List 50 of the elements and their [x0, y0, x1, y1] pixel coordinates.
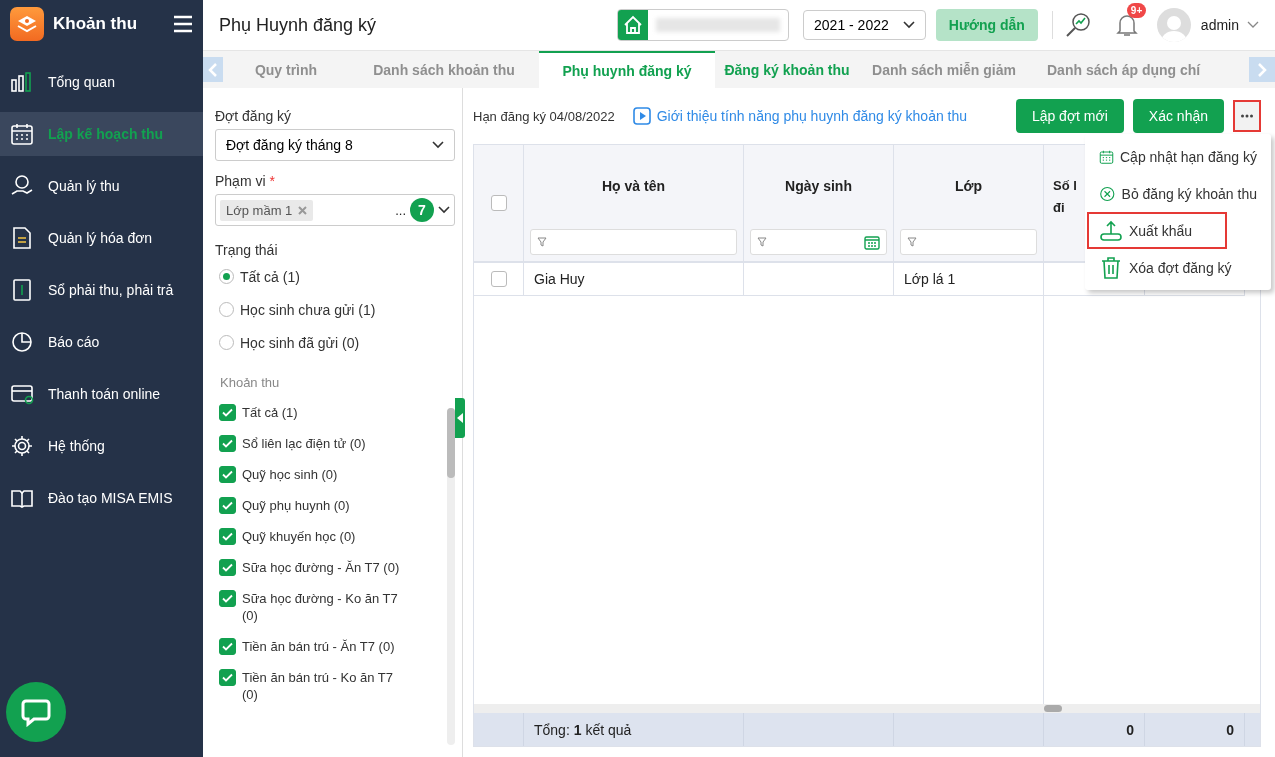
- deadline-text: Hạn đăng ký 04/08/2022: [473, 108, 615, 124]
- sidebar-item[interactable]: Hệ thống: [0, 424, 203, 468]
- field-label: Trạng thái: [215, 242, 279, 258]
- table-cell: Gia Huy: [534, 271, 585, 287]
- radio-label: Học sinh chưa gửi (1): [240, 301, 376, 318]
- field-label: Phạm vi: [215, 173, 266, 189]
- checkbox-label: Sữa học đường - Ko ăn T7 (0): [242, 590, 399, 624]
- total-summary: Tổng: 1 kết quả: [534, 721, 632, 738]
- required-mark: *: [269, 173, 276, 189]
- checkbox-label: Tất cả (1): [242, 404, 298, 421]
- total-value: 0: [1226, 721, 1234, 738]
- checkbox-label: Tiền ăn bán trú - Ăn T7 (0): [242, 638, 395, 655]
- sidebar-item[interactable]: Quản lý hóa đơn: [0, 216, 203, 260]
- total-value: 0: [1126, 721, 1134, 738]
- table-cell: Lớp lá 1: [904, 271, 956, 287]
- checkbox-label: Quỹ khuyến học (0): [242, 528, 356, 545]
- column-header: Lớp: [954, 177, 983, 196]
- sidebar-item[interactable]: Báo cáo: [0, 320, 203, 364]
- sidebar-item[interactable]: Tổng quan: [0, 60, 203, 104]
- registration-period-dropdown[interactable]: Đợt đăng ký tháng 8: [215, 129, 455, 161]
- count-badge: 7: [410, 198, 434, 222]
- notification-badge: 9+: [1126, 3, 1147, 18]
- checkbox-label: Sữa học đường - Ăn T7 (0): [242, 559, 400, 576]
- sidebar-item[interactable]: Thanh toán online: [0, 372, 203, 416]
- sidebar-item[interactable]: Quản lý thu: [0, 164, 203, 208]
- column-header: Ngày sinh: [785, 177, 852, 196]
- menu-item[interactable]: Cập nhật hạn đăng ký: [1087, 138, 1269, 175]
- menu-item[interactable]: Xóa đợt đăng ký: [1087, 249, 1269, 286]
- user-name[interactable]: admin: [1200, 17, 1239, 33]
- overflow-dots: ...: [395, 202, 406, 218]
- checkbox-label: Quỹ học sinh (0): [242, 466, 338, 483]
- field-label: Đợt đăng ký: [215, 108, 293, 124]
- column-header: Số l đi: [1053, 177, 1077, 217]
- column-header: Họ và tên: [602, 177, 665, 196]
- radio-label: Tất cả (1): [240, 268, 300, 285]
- sidebar-item[interactable]: Sổ phải thu, phải trả: [0, 268, 203, 312]
- scope-multiselect[interactable]: Lớp mầm 1 ... 7: [215, 194, 455, 226]
- section-label: Khoản thu: [220, 375, 281, 390]
- page-title: Phụ Huynh đăng ký: [219, 14, 378, 36]
- app-name: Khoản thu: [53, 14, 139, 34]
- checkbox-label: Sổ liên lạc điện tử (0): [242, 435, 366, 452]
- sidebar-item[interactable]: Đào tạo MISA EMIS: [0, 476, 203, 520]
- tag-label: Lớp mầm 1: [226, 202, 293, 218]
- menu-item[interactable]: Xuất khẩu: [1087, 212, 1227, 249]
- radio-label: Học sinh đã gửi (0): [240, 334, 360, 351]
- school-year-dropdown[interactable]: 2021 - 2022: [803, 10, 926, 40]
- intro-link[interactable]: Giới thiệu tính năng phụ huynh đăng ký khoản thu: [632, 107, 968, 125]
- checkbox-label: Quỹ phụ huynh (0): [242, 497, 350, 514]
- menu-item[interactable]: Bỏ đăng ký khoản thu: [1087, 175, 1269, 212]
- checkbox-label: Tiền ăn bán trú - Ko ăn T7 (0): [242, 669, 395, 703]
